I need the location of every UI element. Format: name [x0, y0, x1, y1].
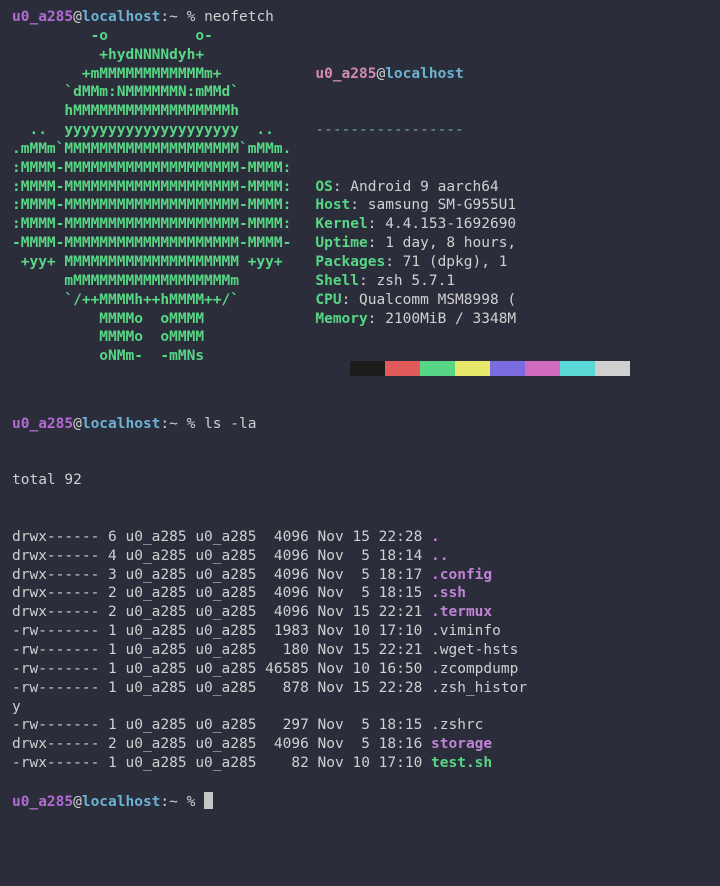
info-label: Uptime	[315, 235, 367, 251]
color-swatch	[420, 361, 455, 376]
prompt-line-2[interactable]: u0_a285@localhost:~ % ls -la	[12, 415, 708, 434]
prompt-at: @	[73, 9, 82, 25]
info-value: : samsung SM-G955U1	[350, 197, 516, 213]
info-value: : 1 day, 8 hours,	[368, 235, 516, 251]
info-label: Shell	[315, 273, 359, 289]
info-row: Packages: 71 (dpkg), 1	[315, 253, 630, 272]
ls-row: drwx------ 6 u0_a285 u0_a285 4096 Nov 15…	[12, 528, 708, 547]
ls-filename: .zshrc	[431, 717, 483, 733]
ls-filename: .config	[431, 567, 492, 583]
ls-filename: ..	[431, 548, 448, 564]
ls-filename: .	[431, 529, 440, 545]
ls-filename: .wget-hsts	[431, 642, 518, 658]
ls-meta: -rw------- 1 u0_a285 u0_a285 878 Nov 15 …	[12, 680, 431, 696]
info-label: Kernel	[315, 216, 367, 232]
color-swatch	[350, 361, 385, 376]
command-ls: ls -la	[204, 416, 256, 432]
info-value: : 71 (dpkg), 1	[385, 254, 507, 270]
ls-row-wrap: y	[12, 698, 708, 717]
ls-meta: -rw------- 1 u0_a285 u0_a285 1983 Nov 10…	[12, 623, 431, 639]
ls-row: drwx------ 4 u0_a285 u0_a285 4096 Nov 5 …	[12, 547, 708, 566]
ls-row: drwx------ 2 u0_a285 u0_a285 4096 Nov 15…	[12, 603, 708, 622]
ls-meta: drwx------ 6 u0_a285 u0_a285 4096 Nov 15…	[12, 529, 431, 545]
color-palette	[350, 361, 630, 382]
ls-meta: -rw------- 1 u0_a285 u0_a285 297 Nov 5 1…	[12, 717, 431, 733]
info-label: OS	[315, 179, 332, 195]
spacer	[12, 401, 708, 415]
ls-row: -rw------- 1 u0_a285 u0_a285 297 Nov 5 1…	[12, 716, 708, 735]
ls-filename: test.sh	[431, 755, 492, 771]
ls-meta: -rwx------ 1 u0_a285 u0_a285 82 Nov 10 1…	[12, 755, 431, 771]
info-user: u0_a285	[315, 66, 376, 82]
info-label: Host	[315, 197, 350, 213]
ls-row: -rw------- 1 u0_a285 u0_a285 180 Nov 15 …	[12, 641, 708, 660]
info-value: : 2100MiB / 3348M	[368, 311, 516, 327]
prompt-line-3[interactable]: u0_a285@localhost:~ %	[12, 792, 708, 812]
ls-row: drwx------ 2 u0_a285 u0_a285 4096 Nov 5 …	[12, 584, 708, 603]
ls-meta: drwx------ 4 u0_a285 u0_a285 4096 Nov 5 …	[12, 548, 431, 564]
ls-meta: -rw------- 1 u0_a285 u0_a285 180 Nov 15 …	[12, 642, 431, 658]
ls-meta: drwx------ 2 u0_a285 u0_a285 4096 Nov 5 …	[12, 736, 431, 752]
prompt-line-1[interactable]: u0_a285@localhost:~ % neofetch	[12, 8, 708, 27]
ls-meta: drwx------ 3 u0_a285 u0_a285 4096 Nov 5 …	[12, 567, 431, 583]
info-row: Shell: zsh 5.7.1	[315, 272, 630, 291]
color-swatch	[490, 361, 525, 376]
info-row: Host: samsung SM-G955U1	[315, 196, 630, 215]
info-host: localhost	[385, 66, 464, 82]
ls-filename: .zcompdump	[431, 661, 518, 677]
prompt-host: localhost	[82, 9, 161, 25]
ls-filename: .viminfo	[431, 623, 501, 639]
ls-output: total 92 drwx------ 6 u0_a285 u0_a285 40…	[12, 434, 708, 792]
info-value: : 4.4.153-1692690	[368, 216, 516, 232]
info-separator: -----------------	[315, 121, 630, 140]
color-swatch	[525, 361, 560, 376]
ls-row: drwx------ 3 u0_a285 u0_a285 4096 Nov 5 …	[12, 566, 708, 585]
ls-filename: .ssh	[431, 585, 466, 601]
android-ascii-logo: -o o- +hydNNNNdyh+ +mMMMMMMMMMMMMm+ `dMM…	[12, 27, 291, 366]
info-row: CPU: Qualcomm MSM8998 (	[315, 291, 630, 310]
neofetch-info: u0_a285@localhost ----------------- OS: …	[291, 27, 630, 401]
info-header: u0_a285@localhost	[315, 65, 630, 84]
ls-filename: .zsh_histor	[431, 680, 527, 696]
ls-row: drwx------ 2 u0_a285 u0_a285 4096 Nov 5 …	[12, 735, 708, 754]
info-row: Uptime: 1 day, 8 hours,	[315, 234, 630, 253]
info-value: : Qualcomm MSM8998 (	[342, 292, 517, 308]
prompt-tail: :~ %	[160, 9, 204, 25]
ls-total: total 92	[12, 471, 708, 490]
ls-meta: drwx------ 2 u0_a285 u0_a285 4096 Nov 5 …	[12, 585, 431, 601]
prompt-user: u0_a285	[12, 9, 73, 25]
ls-row: -rw------- 1 u0_a285 u0_a285 878 Nov 15 …	[12, 679, 708, 698]
ls-meta: -rw------- 1 u0_a285 u0_a285 46585 Nov 1…	[12, 661, 431, 677]
ls-row: -rw------- 1 u0_a285 u0_a285 46585 Nov 1…	[12, 660, 708, 679]
color-swatch	[385, 361, 420, 376]
info-label: CPU	[315, 292, 341, 308]
info-label: Memory	[315, 311, 367, 327]
info-value: : zsh 5.7.1	[359, 273, 455, 289]
color-swatch	[595, 361, 630, 376]
ls-filename: .termux	[431, 604, 492, 620]
ls-filename: storage	[431, 736, 492, 752]
color-swatch	[455, 361, 490, 376]
command-neofetch: neofetch	[204, 9, 274, 25]
info-row: OS: Android 9 aarch64	[315, 178, 630, 197]
ls-row: -rw------- 1 u0_a285 u0_a285 1983 Nov 10…	[12, 622, 708, 641]
ls-row: -rwx------ 1 u0_a285 u0_a285 82 Nov 10 1…	[12, 754, 708, 773]
info-label: Packages	[315, 254, 385, 270]
cursor-icon	[204, 792, 213, 809]
info-row: Kernel: 4.4.153-1692690	[315, 215, 630, 234]
ls-meta: drwx------ 2 u0_a285 u0_a285 4096 Nov 15…	[12, 604, 431, 620]
info-value: : Android 9 aarch64	[333, 179, 499, 195]
neofetch-output: -o o- +hydNNNNdyh+ +mMMMMMMMMMMMMm+ `dMM…	[12, 27, 708, 401]
color-swatch	[560, 361, 595, 376]
info-row: Memory: 2100MiB / 3348M	[315, 310, 630, 329]
